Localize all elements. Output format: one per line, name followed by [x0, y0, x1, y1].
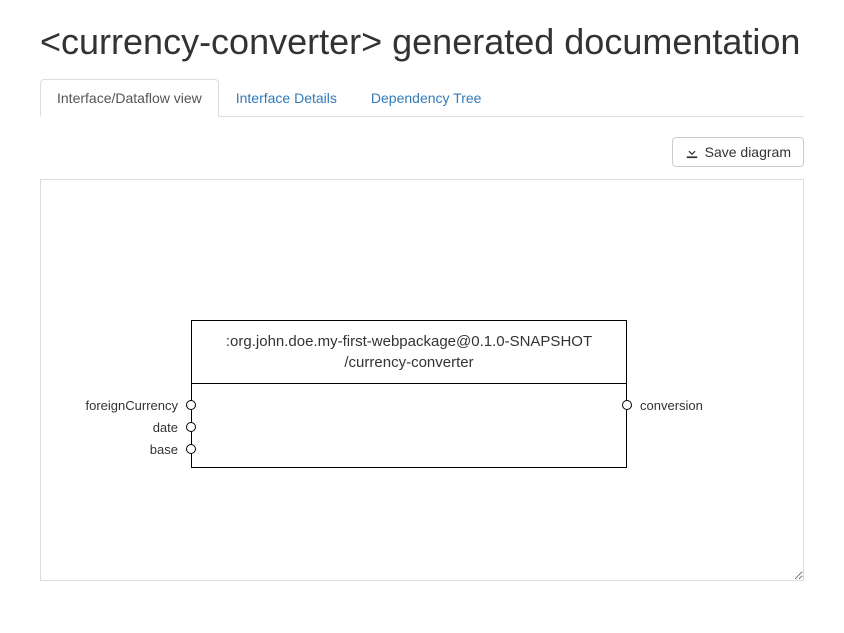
input-port-foreignCurrency[interactable]: foreignCurrency — [186, 400, 196, 410]
page-title: <currency-converter> generated documenta… — [40, 20, 804, 63]
tab-interface-dataflow[interactable]: Interface/Dataflow view — [40, 79, 219, 117]
port-circle-icon — [622, 400, 632, 410]
input-port-date[interactable]: date — [186, 422, 196, 432]
diagram-panel: :org.john.doe.my-first-webpackage@0.1.0-… — [40, 179, 804, 581]
toolbar: Save diagram — [40, 137, 804, 167]
port-circle-icon — [186, 444, 196, 454]
tab-dependency-tree[interactable]: Dependency Tree — [354, 79, 499, 117]
component-header: :org.john.doe.my-first-webpackage@0.1.0-… — [192, 321, 626, 384]
port-label: conversion — [640, 398, 703, 413]
component-box[interactable]: :org.john.doe.my-first-webpackage@0.1.0-… — [191, 320, 627, 468]
save-diagram-button[interactable]: Save diagram — [672, 137, 804, 167]
input-port-base[interactable]: base — [186, 444, 196, 454]
tab-interface-details[interactable]: Interface Details — [219, 79, 354, 117]
output-port-conversion[interactable]: conversion — [622, 400, 632, 410]
download-icon — [685, 145, 699, 159]
port-circle-icon — [186, 400, 196, 410]
port-label: date — [153, 420, 178, 435]
tabs-bar: Interface/Dataflow view Interface Detail… — [40, 79, 804, 117]
diagram-area: :org.john.doe.my-first-webpackage@0.1.0-… — [51, 190, 793, 570]
save-diagram-label: Save diagram — [705, 144, 791, 160]
port-label: base — [150, 442, 178, 457]
port-label: foreignCurrency — [86, 398, 179, 413]
port-circle-icon — [186, 422, 196, 432]
